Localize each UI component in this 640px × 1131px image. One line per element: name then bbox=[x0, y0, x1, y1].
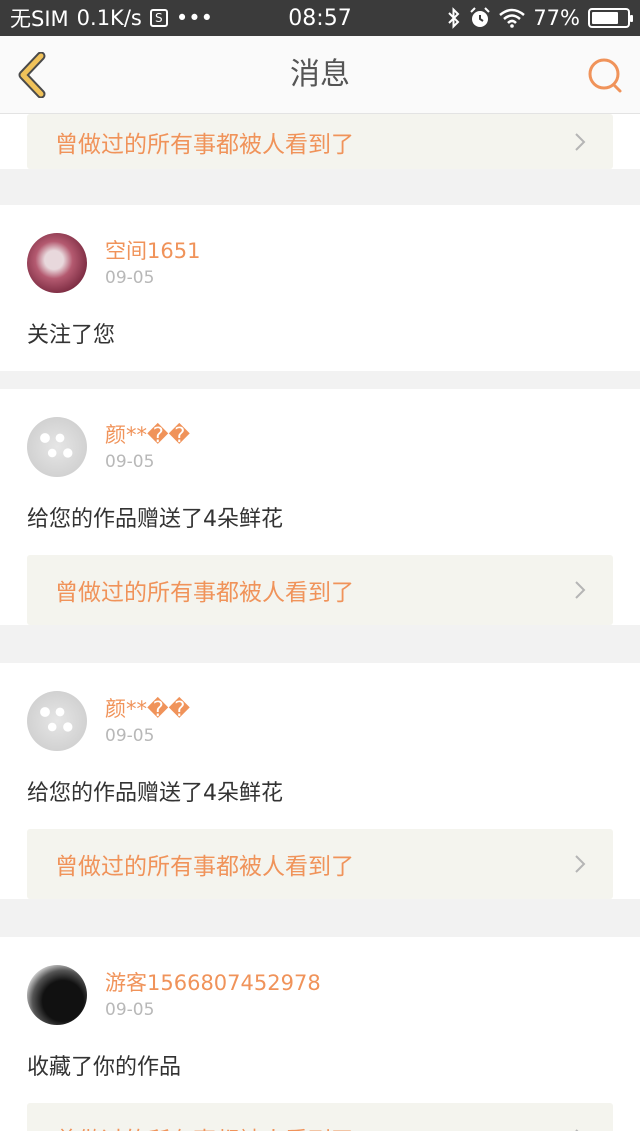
divider bbox=[0, 919, 640, 937]
chevron-right-icon bbox=[575, 132, 586, 151]
message-text: 关注了您 bbox=[27, 323, 116, 348]
search-button[interactable] bbox=[586, 56, 626, 96]
message-text: 收藏了你的作品 bbox=[27, 1055, 182, 1080]
divider bbox=[0, 371, 640, 389]
message-date: 09-05 bbox=[105, 1000, 155, 1020]
battery-level bbox=[592, 12, 619, 24]
message-list[interactable]: 曾做过的所有事都被人看到了 空间1651 09-05 关注了您 颜**�� 09… bbox=[0, 114, 640, 1131]
user-name[interactable]: 颜**�� bbox=[105, 422, 190, 448]
sim-app-icon: S bbox=[149, 9, 168, 27]
quoted-work-title: 曾做过的所有事都被人看到了 bbox=[55, 1121, 354, 1131]
chevron-right-icon bbox=[575, 1129, 579, 1131]
network-speed: 0.1K/s bbox=[76, 6, 142, 30]
message-text: 给您的作品赠送了4朵鲜花 bbox=[27, 781, 283, 806]
user-name[interactable]: 游客1566807452978 bbox=[105, 970, 321, 996]
quoted-work-link[interactable]: 曾做过的所有事都被人看到了 bbox=[27, 114, 613, 169]
user-name[interactable]: 颜**�� bbox=[105, 696, 190, 722]
quoted-work-title: 曾做过的所有事都被人看到了 bbox=[55, 854, 354, 880]
bluetooth-icon bbox=[448, 7, 460, 29]
wifi-icon bbox=[499, 8, 526, 28]
avatar[interactable] bbox=[27, 965, 87, 1025]
divider bbox=[0, 645, 640, 663]
message-date: 09-05 bbox=[105, 726, 155, 746]
message-card: 游客1566807452978 09-05 收藏了你的作品 曾做过的所有事都被人… bbox=[0, 937, 640, 1131]
search-icon bbox=[588, 58, 622, 93]
page-title: 消息 bbox=[290, 57, 350, 92]
avatar[interactable] bbox=[27, 233, 87, 293]
message-date: 09-05 bbox=[105, 452, 155, 472]
quoted-work-title: 曾做过的所有事都被人看到了 bbox=[55, 131, 354, 158]
quoted-work-link[interactable]: 曾做过的所有事都被人看到了 bbox=[27, 555, 613, 625]
battery-icon bbox=[588, 8, 633, 28]
message-card: 曾做过的所有事都被人看到了 bbox=[0, 114, 640, 169]
quoted-work-link[interactable]: 曾做过的所有事都被人看到了 bbox=[27, 1103, 613, 1131]
chevron-right-icon bbox=[575, 581, 586, 599]
message-card: 颜**�� 09-05 给您的作品赠送了4朵鲜花 曾做过的所有事都被人看到了 bbox=[0, 389, 640, 625]
divider bbox=[0, 187, 640, 205]
more-dots-icon: ••• bbox=[175, 6, 214, 30]
chevron-right-icon bbox=[575, 855, 586, 873]
user-name[interactable]: 空间1651 bbox=[105, 238, 200, 264]
message-text: 给您的作品赠送了4朵鲜花 bbox=[27, 507, 283, 532]
status-bar: 无SIM 0.1K/s S ••• 08:57 77% bbox=[0, 0, 640, 36]
battery-percent: 77% bbox=[533, 6, 580, 30]
alarm-icon bbox=[470, 7, 491, 27]
carrier-label: 无SIM bbox=[10, 7, 69, 31]
message-card: 空间1651 09-05 关注了您 bbox=[0, 205, 640, 371]
quoted-work-title: 曾做过的所有事都被人看到了 bbox=[55, 580, 354, 606]
quoted-work-link[interactable]: 曾做过的所有事都被人看到了 bbox=[27, 829, 613, 899]
message-card: 颜**�� 09-05 给您的作品赠送了4朵鲜花 曾做过的所有事都被人看到了 bbox=[0, 663, 640, 899]
nav-bar: 消息 bbox=[0, 36, 640, 114]
avatar[interactable] bbox=[27, 417, 87, 477]
avatar[interactable] bbox=[27, 691, 87, 751]
message-date: 09-05 bbox=[105, 268, 155, 288]
